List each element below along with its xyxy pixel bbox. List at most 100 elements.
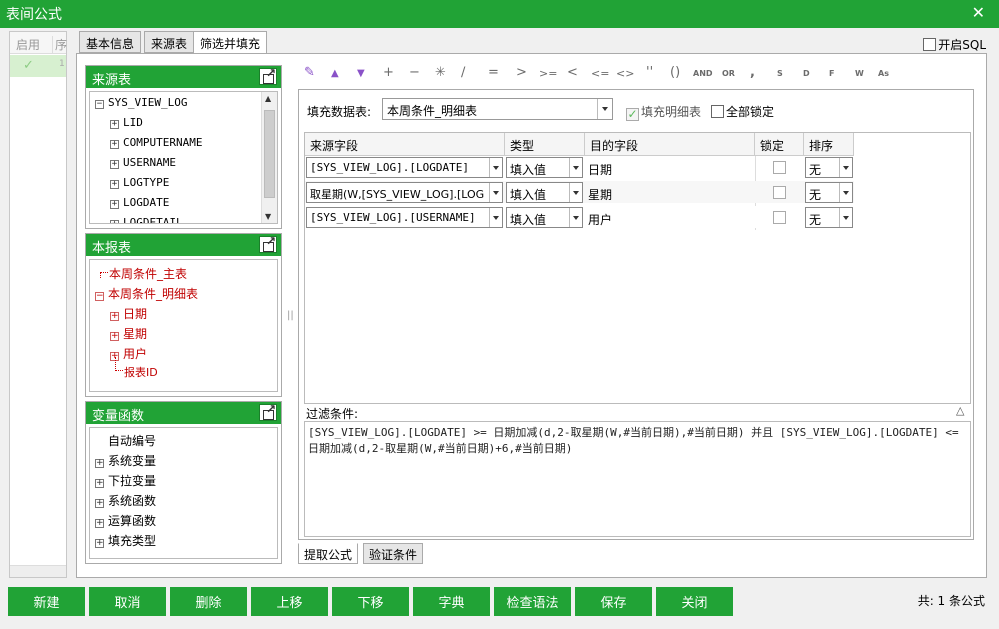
chevron-down-icon[interactable] [839, 208, 852, 227]
chevron-down-icon[interactable] [569, 158, 582, 177]
lock-all-checkbox[interactable]: 全部锁定 [711, 103, 774, 120]
not-equal-op[interactable]: <> [616, 67, 634, 80]
less-op[interactable]: < [567, 65, 578, 80]
chevron-down-icon[interactable] [839, 183, 852, 202]
parentheses-op[interactable]: () [670, 65, 680, 80]
lock-all-box[interactable] [711, 105, 724, 118]
popout-icon[interactable] [259, 402, 277, 421]
lock-checkbox[interactable] [773, 186, 786, 199]
tree-field-node[interactable]: + LOGDATE [110, 196, 169, 209]
expand-icon[interactable]: + [95, 459, 104, 468]
formula-list-row[interactable]: ✓ 1 [10, 55, 66, 77]
enabled-check-icon[interactable]: ✓ [23, 58, 34, 73]
expand-icon[interactable]: + [95, 499, 104, 508]
open-sql-checkbox[interactable]: 开启SQL [923, 36, 986, 53]
sort-combo[interactable]: 无 [805, 182, 853, 203]
move-up-icon[interactable]: ▲ [331, 68, 339, 79]
tree-variable-node[interactable]: 自动编号 [108, 432, 156, 449]
expand-icon[interactable]: + [110, 332, 119, 341]
expand-icon[interactable]: + [110, 160, 119, 169]
new-button[interactable]: 新建 [8, 587, 85, 616]
target-field-cell[interactable]: 日期 [588, 161, 612, 178]
move-down-icon[interactable]: ▼ [357, 68, 365, 79]
d-op[interactable]: D [803, 69, 810, 78]
chevron-down-icon[interactable] [569, 208, 582, 227]
filter-condition-textarea[interactable]: [SYS_VIEW_LOG].[LOGDATE] >= 日期加减(d,2-取星期… [304, 421, 971, 537]
format-brush-icon[interactable]: ✎ [304, 65, 315, 80]
type-combo[interactable]: 填入值 [506, 207, 583, 228]
chevron-down-icon[interactable] [489, 158, 502, 177]
greater-op[interactable]: > [516, 65, 527, 80]
chevron-down-icon[interactable] [839, 158, 852, 177]
minus-op[interactable]: − [409, 65, 420, 80]
open-sql-box[interactable] [923, 38, 937, 51]
divide-op[interactable]: ∕ [461, 65, 465, 80]
expand-icon[interactable]: + [110, 312, 119, 321]
tree-field-node[interactable]: + USERNAME [110, 156, 176, 169]
tree-field-node[interactable]: + COMPUTERNAME [110, 136, 202, 149]
target-field-cell[interactable]: 星期 [588, 186, 612, 203]
move-down-button[interactable]: 下移 [332, 587, 409, 616]
fill-table-select[interactable]: 本周条件_明细表 [382, 98, 613, 120]
source-field-combo[interactable]: 取星期(W,[SYS_VIEW_LOG].[LOGDATE]) [306, 182, 503, 203]
tree-variable-node[interactable]: + 填充类型 [95, 532, 156, 549]
tree-field-node[interactable]: + LOGTYPE [110, 176, 169, 189]
expand-icon[interactable]: + [110, 140, 119, 149]
sort-combo[interactable]: 无 [805, 207, 853, 228]
s-op[interactable]: S [777, 69, 783, 78]
expand-icon[interactable]: + [95, 519, 104, 528]
comma-op[interactable]: , [750, 65, 755, 80]
tab-extract-formula[interactable]: 提取公式 [298, 543, 359, 564]
quote-op[interactable]: '' [646, 65, 653, 80]
tree-variable-node[interactable]: + 运算函数 [95, 512, 156, 529]
popout-icon[interactable] [259, 234, 277, 253]
close-button[interactable]: 关闭 [656, 587, 733, 616]
tree-report-id-node[interactable]: 报表ID [124, 364, 158, 380]
type-combo[interactable]: 填入值 [506, 157, 583, 178]
tab-source-table[interactable]: 来源表 [144, 31, 195, 53]
lock-checkbox[interactable] [773, 161, 786, 174]
report-tree[interactable]: 本周条件_主表 − 本周条件_明细表 + 日期 + 星期 + 用户 报表ID [89, 259, 278, 392]
checkmark-icon[interactable]: ✓ [626, 108, 639, 121]
equals-op[interactable]: = [488, 65, 499, 80]
tree-detail-field-node[interactable]: + 星期 [110, 325, 147, 342]
tree-field-node[interactable]: + LOGDETAIL [110, 216, 183, 223]
delete-button[interactable]: 删除 [170, 587, 247, 616]
tree-variable-node[interactable]: + 系统函数 [95, 492, 156, 509]
vertical-scrollbar[interactable]: ▲ ▼ [261, 92, 277, 223]
expand-icon[interactable]: + [110, 180, 119, 189]
check-syntax-button[interactable]: 检查语法 [494, 587, 571, 616]
expand-icon[interactable]: + [110, 220, 119, 223]
save-button[interactable]: 保存 [575, 587, 652, 616]
horizontal-scrollbar[interactable] [10, 565, 66, 577]
greater-equal-op[interactable]: >= [539, 67, 557, 80]
source-tree[interactable]: − SYS_VIEW_LOG + LID + COMPUTERNAME + USERNA… [89, 91, 278, 224]
or-op[interactable]: OR [722, 69, 735, 78]
collapse-icon[interactable]: − [95, 100, 104, 109]
chevron-down-icon[interactable] [569, 183, 582, 202]
tree-root-node[interactable]: − SYS_VIEW_LOG [95, 96, 187, 109]
tree-main-table-node[interactable]: 本周条件_主表 [109, 265, 187, 282]
expand-icon[interactable]: + [110, 200, 119, 209]
collapse-triangle-icon[interactable]: △ [956, 404, 964, 417]
scroll-down-icon[interactable]: ▼ [265, 212, 271, 221]
chevron-down-icon[interactable] [597, 99, 612, 119]
cancel-button[interactable]: 取消 [89, 587, 166, 616]
tab-basic-info[interactable]: 基本信息 [79, 31, 142, 53]
fill-detail-checkbox[interactable]: ✓ 填充明细表 [626, 103, 701, 121]
target-field-cell[interactable]: 用户 [588, 211, 612, 228]
less-equal-op[interactable]: <= [591, 67, 609, 80]
type-combo[interactable]: 填入值 [506, 182, 583, 203]
scroll-thumb[interactable] [264, 110, 275, 198]
tree-variable-node[interactable]: + 下拉变量 [95, 472, 156, 489]
expand-icon[interactable]: + [95, 479, 104, 488]
variable-tree[interactable]: 自动编号 + 系统变量 + 下拉变量 + 系统函数 + 运算函数 + 填充类型 [89, 427, 278, 559]
tree-detail-table-node[interactable]: − 本周条件_明细表 [95, 285, 198, 302]
w-op[interactable]: W [855, 69, 864, 78]
collapse-icon[interactable]: − [95, 292, 104, 301]
plus-op[interactable]: + [383, 65, 394, 80]
table-row[interactable]: 取星期(W,[SYS_VIEW_LOG].[LOGDATE]) 填入值 星期 无 [305, 181, 854, 203]
tree-variable-node[interactable]: + 系统变量 [95, 452, 156, 469]
table-row[interactable]: [SYS_VIEW_LOG].[USERNAME] 填入值 用户 无 [305, 206, 854, 228]
tree-field-node[interactable]: + LID [110, 116, 143, 129]
